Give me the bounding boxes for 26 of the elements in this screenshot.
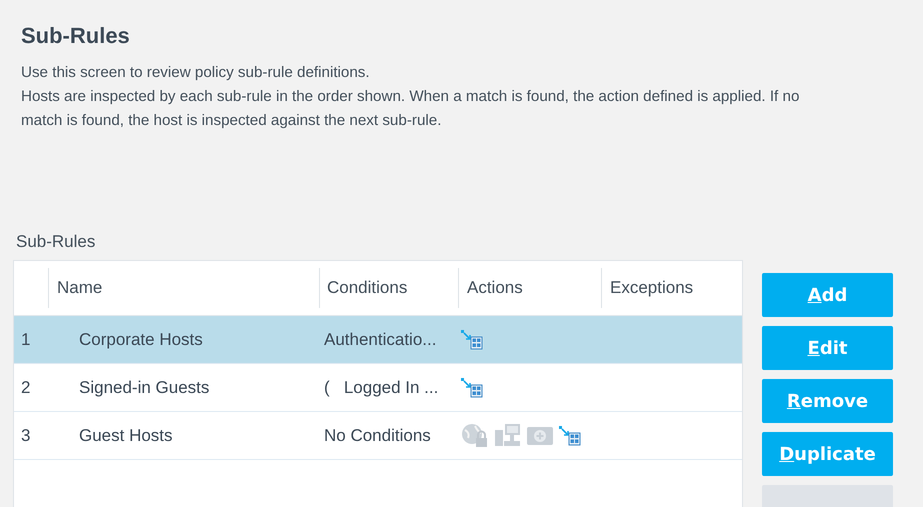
assign-icon: [461, 378, 483, 398]
rule-name: Guest Hosts: [79, 426, 173, 444]
rule-name: Signed-in Guests: [79, 378, 210, 396]
table-label: Sub-Rules: [16, 231, 96, 253]
assign-icon: [461, 330, 483, 350]
row-number: 2: [21, 378, 30, 396]
page-title: Sub-Rules: [21, 22, 131, 50]
column-header[interactable]: Actions: [458, 268, 601, 308]
column-header[interactable]: Conditions: [319, 268, 458, 308]
table-row[interactable]: 1 Corporate Hosts Authenticatio...: [14, 316, 742, 364]
plus-icon: [527, 426, 553, 446]
row-number: 3: [21, 426, 30, 444]
description-text: Hosts are inspected by each sub-rule in the order shown. When a match is found, the action defined is applied. If no match is found, the host is inspected against the next sub-rule.: [21, 87, 800, 131]
column-header[interactable]: Name: [48, 268, 319, 308]
description-text: Use this screen to review policy sub-rule definitions.: [21, 63, 371, 83]
assign-icon: [559, 426, 581, 446]
network-icon: [495, 424, 521, 448]
row-number: 1: [21, 330, 30, 348]
rule-conditions: Authenticatio...: [324, 330, 436, 348]
rule-name: Corporate Hosts: [79, 330, 203, 348]
table-row[interactable]: 3 Guest Hosts No Conditions: [14, 412, 742, 460]
rule-conditions: ( Logged In ...: [324, 378, 438, 396]
globe-lock-icon: [461, 424, 489, 448]
column-header[interactable]: Exceptions: [601, 268, 740, 308]
rule-conditions: No Conditions: [324, 426, 431, 444]
table-row[interactable]: 2 Signed-in Guests ( Logged In ...: [14, 364, 742, 412]
